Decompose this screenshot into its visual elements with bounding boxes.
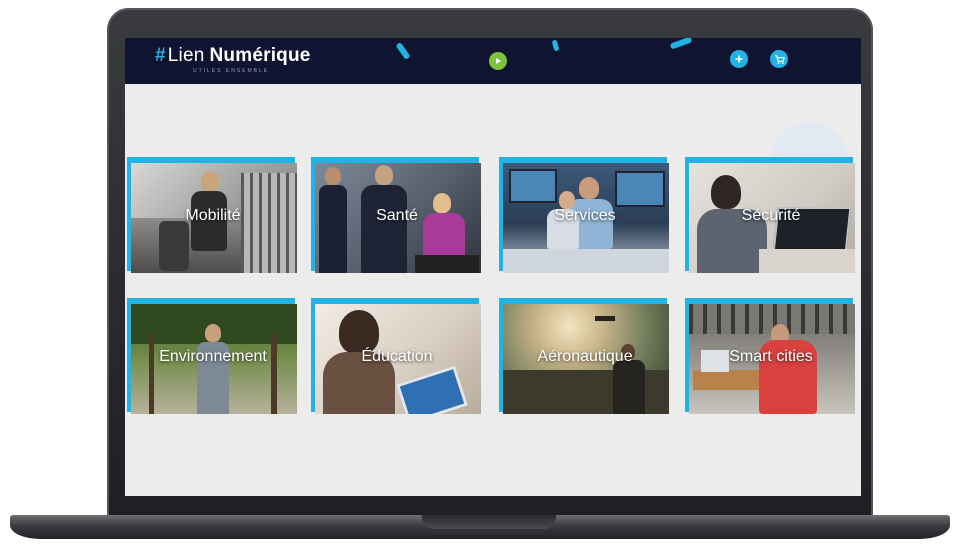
tile-label: Éducation	[361, 348, 433, 365]
person-head	[711, 175, 741, 209]
category-tile-sante[interactable]: Santé	[311, 157, 483, 275]
category-tile-education[interactable]: Éducation	[311, 298, 483, 416]
tile-label: Smart cities	[729, 348, 813, 365]
brand-numerique: Numérique	[209, 45, 311, 66]
content-area: Mobilité Santé Services Sécurité Environ…	[125, 84, 861, 496]
tree-trunk	[149, 334, 154, 414]
tile-label: Aéronautique	[537, 348, 633, 365]
cart-icon	[774, 54, 785, 64]
tile-label: Environnement	[159, 348, 267, 365]
decorative-dash	[669, 38, 693, 50]
wheelchair-shape	[415, 255, 479, 273]
add-button[interactable]	[730, 50, 748, 68]
plus-icon	[735, 55, 743, 63]
monitor-shape	[509, 169, 557, 203]
category-tile-securite[interactable]: Sécurité	[685, 157, 857, 275]
brand-lien: Lien	[167, 45, 205, 66]
table-shape	[759, 249, 855, 273]
tile-label: Mobilité	[185, 207, 241, 224]
play-icon	[496, 58, 501, 64]
brand-logo[interactable]: # Lien Numérique utiles ensemble	[155, 45, 311, 74]
tile-label: Services	[554, 207, 616, 224]
tree-trunk	[271, 334, 277, 414]
brand-tagline: utiles ensemble	[193, 68, 270, 74]
laptop-screen: # Lien Numérique utiles ensemble	[125, 38, 861, 496]
monitor-shape	[615, 171, 665, 207]
laptop-notch	[422, 515, 556, 529]
bag-shape	[159, 221, 189, 271]
person-head	[579, 177, 599, 199]
decorative-dash	[551, 39, 560, 52]
person-head	[325, 167, 341, 185]
app-header: # Lien Numérique utiles ensemble	[125, 38, 861, 84]
tablet-shape	[396, 365, 468, 414]
person-head	[205, 324, 221, 342]
person-head	[375, 165, 393, 185]
person-body	[613, 360, 645, 414]
category-tile-aeronautique[interactable]: Aéronautique	[499, 298, 671, 416]
person-body	[361, 185, 407, 273]
person-body	[319, 185, 347, 273]
category-tile-smart-cities[interactable]: Smart cities	[685, 298, 857, 416]
brand-name: # Lien Numérique	[155, 45, 311, 67]
category-tile-mobilite[interactable]: Mobilité	[127, 157, 299, 275]
tile-label: Santé	[376, 207, 418, 224]
desk-shape	[503, 249, 669, 273]
person-head	[201, 171, 219, 191]
tile-label: Sécurité	[741, 207, 801, 224]
cart-button[interactable]	[770, 50, 788, 68]
category-tile-environnement[interactable]: Environnement	[127, 298, 299, 416]
brand-hash: #	[155, 45, 166, 66]
category-tile-services[interactable]: Services	[499, 157, 671, 275]
drone-shape	[595, 316, 615, 321]
decorative-dash	[395, 41, 411, 61]
play-button[interactable]	[489, 52, 507, 70]
